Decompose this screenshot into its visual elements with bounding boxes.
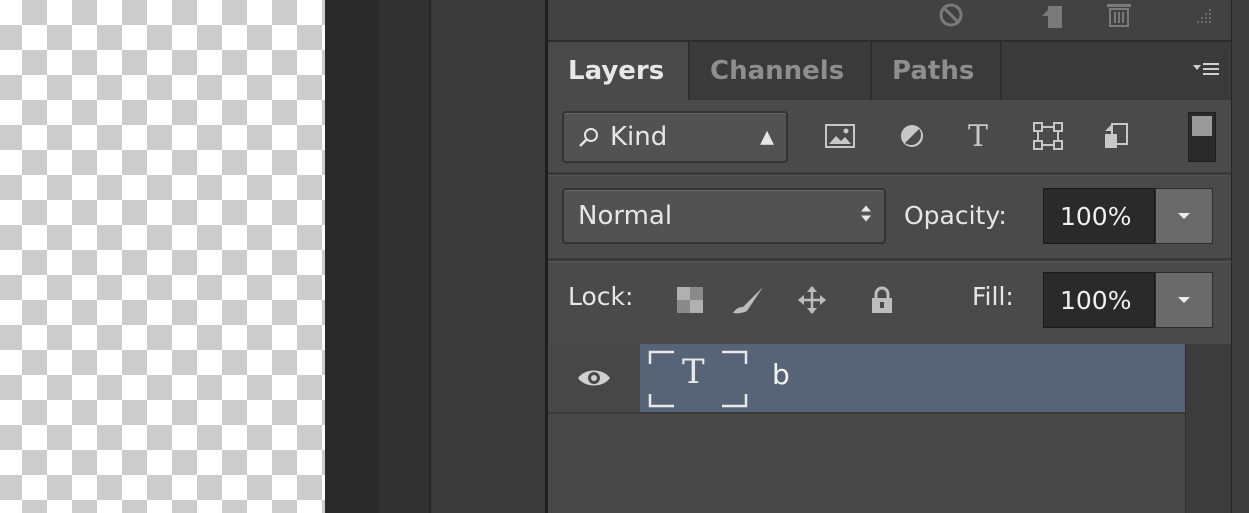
resize-grip-icon[interactable] (1188, 0, 1218, 30)
fill-input[interactable]: 100% (1043, 272, 1155, 328)
tab-layers[interactable]: Layers (548, 42, 688, 100)
layers-list: T b (548, 344, 1185, 513)
type-layer-filter-icon[interactable]: T (956, 106, 1000, 166)
workspace-strip (379, 0, 429, 513)
panel-tabs: Layers Channels Paths (548, 42, 1231, 100)
tab-paths[interactable]: Paths (872, 42, 1000, 100)
layers-panel: Layers Channels Paths Kind ▲ T Normal Op… (548, 0, 1231, 513)
fill-label: Fill: (972, 282, 1014, 311)
panel-top-toolbar (548, 0, 1231, 42)
tab-channels[interactable]: Channels (690, 42, 870, 100)
layer-name[interactable]: b (772, 358, 790, 391)
filter-kind-label: Kind (610, 122, 668, 152)
layer-filter-row: Kind ▲ T (548, 100, 1231, 172)
delete-state-icon[interactable] (934, 0, 968, 30)
lock-position-icon[interactable] (792, 270, 832, 330)
trash-icon[interactable] (1102, 0, 1136, 30)
opacity-input[interactable]: 100% (1043, 188, 1155, 244)
adjustment-layer-filter-icon[interactable] (890, 106, 934, 166)
text-layer-glyph: T (682, 352, 705, 392)
pixel-layer-filter-icon[interactable] (818, 106, 862, 166)
updown-arrows-icon: ▲ (760, 126, 774, 148)
layers-scrollbar[interactable] (1185, 344, 1231, 513)
filter-toggle-switch[interactable] (1188, 112, 1216, 162)
lock-label: Lock: (568, 282, 634, 311)
opacity-dropdown-button[interactable] (1155, 188, 1213, 244)
blend-mode-select[interactable]: Normal (562, 188, 886, 244)
transparent-canvas[interactable] (0, 0, 325, 513)
updown-arrows-icon (860, 205, 872, 228)
right-dock-edge (1231, 0, 1249, 513)
lock-image-pixels-icon[interactable] (728, 270, 768, 330)
text-layer-thumbnail[interactable]: T (644, 348, 752, 410)
layer-row[interactable]: T b (548, 344, 1185, 414)
fill-dropdown-button[interactable] (1155, 272, 1213, 328)
blend-mode-value: Normal (578, 201, 673, 231)
lock-row: Lock: Fill: 100% (548, 264, 1231, 342)
smart-object-filter-icon[interactable] (1094, 106, 1138, 166)
lock-transparent-pixels-icon[interactable] (672, 270, 708, 330)
filter-kind-select[interactable]: Kind ▲ (562, 111, 788, 163)
opacity-label: Opacity: (904, 201, 1007, 230)
panel-menu-icon[interactable] (1193, 60, 1219, 84)
canvas-gutter (325, 0, 379, 513)
lock-all-icon[interactable] (862, 270, 902, 330)
divider (548, 258, 1231, 262)
search-icon (578, 126, 600, 148)
new-document-icon[interactable] (1038, 0, 1068, 30)
eye-icon[interactable] (574, 364, 614, 392)
panel-dock-gap (431, 0, 545, 513)
shape-layer-filter-icon[interactable] (1026, 106, 1070, 166)
blend-row: Normal Opacity: 100% (548, 176, 1231, 258)
